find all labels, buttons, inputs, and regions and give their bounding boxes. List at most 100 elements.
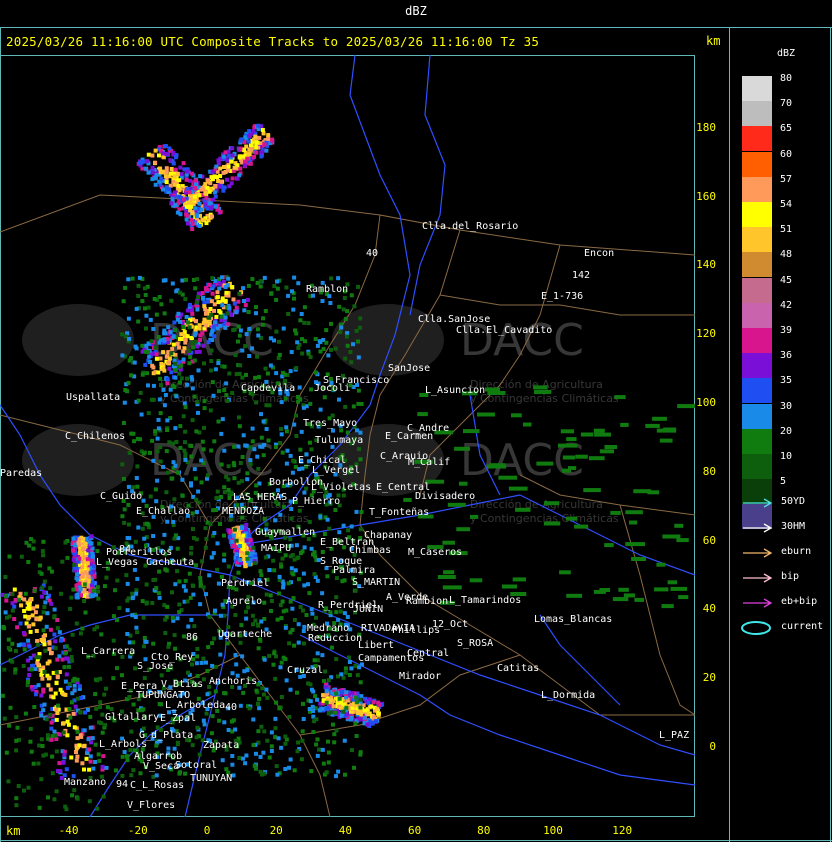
radar-echo-cell bbox=[69, 595, 74, 600]
radar-echo-cell bbox=[314, 742, 319, 747]
radar-echo-cell bbox=[245, 156, 250, 161]
radar-echo-cell bbox=[288, 687, 293, 692]
radar-echo-cell bbox=[260, 322, 265, 327]
radar-echo-cell bbox=[349, 360, 354, 365]
radar-echo-cell bbox=[320, 747, 325, 752]
radar-echo-cell bbox=[198, 602, 203, 607]
y-tick-label: 140 bbox=[696, 258, 716, 272]
radar-echo-cell bbox=[599, 449, 615, 454]
radar-echo-cell bbox=[157, 397, 162, 402]
legend-label: 39 bbox=[780, 325, 793, 336]
radar-echo-cell bbox=[279, 745, 284, 750]
radar-echo-cell bbox=[36, 662, 41, 667]
radar-echo-cell bbox=[311, 709, 316, 713]
legend-swatch bbox=[742, 126, 772, 152]
radar-echo-cell bbox=[248, 143, 253, 148]
current-ellipse-icon bbox=[741, 621, 771, 635]
radar-echo-cell bbox=[329, 347, 333, 352]
radar-echo-cell bbox=[342, 611, 347, 616]
radar-echo-cell bbox=[261, 750, 266, 755]
radar-echo-cell bbox=[33, 692, 38, 697]
radar-echo-cell bbox=[156, 335, 161, 339]
radar-echo-cell bbox=[240, 375, 245, 380]
radar-echo-cell bbox=[279, 695, 284, 699]
radar-echo-cell bbox=[560, 429, 575, 434]
radar-echo-cell bbox=[49, 601, 54, 606]
radar-echo-cell bbox=[203, 545, 208, 550]
radar-echo-cell bbox=[195, 344, 200, 349]
radar-echo-cell bbox=[244, 522, 249, 527]
radar-echo-cell bbox=[359, 402, 364, 406]
radar-echo-cell bbox=[283, 741, 288, 746]
radar-echo-cell bbox=[150, 170, 155, 175]
place-label: SanJose bbox=[388, 363, 430, 374]
radar-echo-cell bbox=[230, 754, 235, 758]
radar-echo-cell bbox=[215, 295, 220, 300]
radar-echo-cell bbox=[158, 166, 163, 171]
radar-echo-cell bbox=[290, 606, 295, 611]
radar-echo-cell bbox=[243, 443, 248, 448]
header-timestamp: 2025/03/26 11:16:00 UTC Composite Tracks… bbox=[6, 34, 540, 49]
radar-echo-cell bbox=[566, 437, 577, 442]
radar-echo-cell bbox=[173, 167, 178, 172]
radar-echo-cell bbox=[88, 725, 93, 730]
radar-echo-cell bbox=[248, 462, 253, 467]
radar-echo-cell bbox=[238, 544, 243, 548]
radar-echo-cell bbox=[287, 714, 292, 719]
place-label: Divisadero bbox=[415, 491, 475, 502]
place-label: P_Hierro bbox=[292, 496, 340, 507]
radar-echo-cell bbox=[340, 579, 345, 584]
radar-echo-cell bbox=[208, 522, 213, 527]
radar-echo-cell bbox=[56, 703, 61, 708]
radar-echo-cell bbox=[239, 553, 243, 558]
radar-echo-cell bbox=[224, 767, 229, 772]
radar-echo-cell bbox=[121, 476, 126, 481]
radar-echo-cell bbox=[205, 185, 210, 190]
radar-echo-cell bbox=[194, 350, 199, 354]
radar-echo-cell bbox=[29, 749, 34, 754]
radar-echo-cell bbox=[65, 555, 70, 560]
radar-echo-cell bbox=[39, 594, 44, 599]
place-label: Tres_Mayo bbox=[303, 418, 357, 429]
radar-echo-cell bbox=[161, 350, 166, 355]
radar-echo-cell bbox=[48, 687, 53, 692]
radar-echo-cell bbox=[127, 451, 132, 455]
radar-echo-cell bbox=[254, 311, 258, 316]
radar-echo-cell bbox=[122, 400, 127, 405]
radar-echo-cell bbox=[283, 625, 288, 630]
radar-echo-cell bbox=[137, 160, 142, 165]
radar-echo-cell bbox=[625, 542, 646, 547]
radar-echo-cell bbox=[320, 706, 325, 711]
radar-echo-cell bbox=[90, 558, 95, 563]
radar-echo-cell bbox=[218, 652, 223, 657]
radar-echo-cell bbox=[593, 428, 605, 433]
radar-echo-cell bbox=[157, 702, 162, 707]
radar-echo-cell bbox=[72, 683, 77, 688]
place-label: Ugarteche bbox=[218, 629, 272, 640]
radar-echo-cell bbox=[48, 586, 53, 591]
radar-echo-cell bbox=[83, 710, 87, 715]
radar-echo-cell bbox=[187, 325, 192, 330]
radar-map[interactable]: DACCDirección de Agriculturay Contingenc… bbox=[0, 55, 695, 817]
radar-echo-cell bbox=[157, 569, 162, 574]
radar-echo-cell bbox=[343, 670, 348, 675]
place-label: Sotoral bbox=[175, 760, 217, 771]
radar-echo-cell bbox=[192, 358, 197, 363]
radar-echo-cell bbox=[260, 128, 265, 132]
radar-echo-cell bbox=[21, 664, 26, 668]
place-label: Encon bbox=[584, 248, 614, 259]
radar-echo-cell bbox=[231, 544, 236, 549]
radar-echo-cell bbox=[279, 427, 284, 431]
radar-echo-cell bbox=[214, 164, 219, 169]
radar-echo-cell bbox=[29, 667, 34, 672]
radar-echo-cell bbox=[170, 476, 175, 481]
radar-echo-cell bbox=[206, 340, 211, 345]
radar-echo-cell bbox=[371, 700, 376, 705]
radar-echo-cell bbox=[49, 569, 54, 574]
radar-echo-cell bbox=[212, 531, 217, 535]
radar-echo-cell bbox=[177, 771, 182, 776]
radar-echo-cell bbox=[53, 646, 58, 651]
radar-echo-cell bbox=[32, 705, 37, 709]
radar-echo-cell bbox=[53, 639, 58, 644]
radar-echo-cell bbox=[275, 279, 279, 284]
